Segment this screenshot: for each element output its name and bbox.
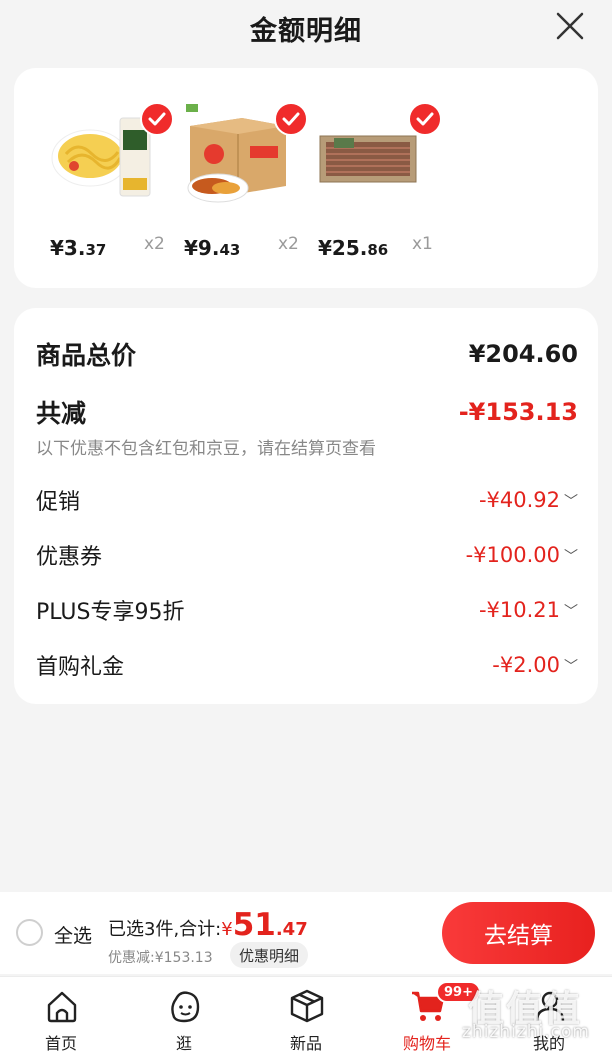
discount-summary: 优惠减:¥153.13 (108, 950, 213, 966)
discount-value: -¥100.00 (465, 543, 560, 567)
discount-value: -¥10.21 (478, 598, 560, 622)
discount-label: 促销 (36, 490, 81, 515)
watermark-logo: 值值值 (468, 989, 583, 1030)
select-all-label[interactable]: 全选 (54, 921, 92, 948)
product-quantity: x2 (278, 234, 299, 254)
product-item[interactable]: ¥3.37 x2 (48, 96, 180, 276)
product-quantity: x1 (412, 234, 433, 254)
product-quantity: x2 (144, 234, 165, 254)
product-item[interactable]: ¥25.86 x1 (316, 96, 448, 276)
checkout-bar: 全选 已选3件,合计: ¥51.47 优惠减:¥153.13 优惠明细 去结算 (0, 892, 612, 974)
discount-label: 优惠券 (36, 545, 103, 570)
discount-value: -¥40.92 (478, 488, 560, 512)
discount-row-plus[interactable]: PLUS专享95折 -¥10.21 ﹀ (36, 594, 578, 626)
close-icon[interactable] (554, 10, 586, 42)
select-all-radio[interactable] (16, 919, 43, 946)
header: 金额明细 (0, 0, 612, 56)
total-price-label: 商品总价 (36, 341, 137, 370)
chevron-down-icon[interactable]: ﹀ (564, 546, 578, 566)
checked-icon[interactable] (274, 102, 308, 136)
tab-new[interactable]: 新品 (261, 977, 351, 1056)
selected-products-card: ¥3.37 x2 ¥9.43 x2 ¥25.86 x1 (14, 68, 598, 288)
product-item[interactable]: ¥9.43 x2 (182, 96, 314, 276)
discount-row-promotion[interactable]: 促销 -¥40.92 ﹀ (36, 484, 578, 516)
total-reduction-label: 共减 (36, 399, 87, 428)
discount-note: 以下优惠不包含红包和京豆，请在结算页查看 (36, 439, 376, 459)
discount-label: 首购礼金 (36, 655, 125, 680)
product-price: ¥25.86 (318, 236, 389, 260)
chevron-down-icon[interactable]: ﹀ (564, 601, 578, 621)
discount-row-coupon[interactable]: 优惠券 -¥100.00 ﹀ (36, 539, 578, 571)
price-summary-card: 商品总价 ¥204.60 共减 -¥153.13 以下优惠不包含红包和京豆，请在… (14, 308, 598, 704)
home-icon (47, 991, 77, 1023)
discount-label: PLUS专享95折 (36, 600, 185, 625)
total-price-row: 商品总价 ¥204.60 (36, 336, 578, 372)
tab-browse[interactable]: 逛 (139, 977, 229, 1056)
page-title: 金额明细 (250, 15, 362, 47)
checkout-button[interactable]: 去结算 (442, 902, 595, 964)
box-icon (290, 989, 324, 1023)
tab-label: 首页 (44, 1034, 77, 1053)
product-price: ¥9.43 (184, 236, 241, 260)
product-price: ¥3.37 (50, 236, 107, 260)
chevron-down-icon[interactable]: ﹀ (564, 491, 578, 511)
discount-value: -¥2.00 (492, 653, 560, 677)
selected-total: 已选3件,合计: ¥51.47 (108, 907, 308, 943)
chevron-down-icon[interactable]: ﹀ (564, 656, 578, 676)
tab-label: 新品 (289, 1034, 322, 1053)
discount-row-first-purchase[interactable]: 首购礼金 -¥2.00 ﹀ (36, 649, 578, 681)
watermark-url: zhizhizhi.com (462, 1022, 590, 1042)
total-reduction-row: 共减 -¥153.13 (36, 394, 578, 430)
checked-icon[interactable] (408, 102, 442, 136)
tab-cart[interactable]: 99+ 购物车 (382, 977, 481, 1056)
total-reduction-value: -¥153.13 (458, 398, 578, 426)
browse-face-icon (171, 991, 200, 1023)
tab-label: 购物车 (402, 1034, 451, 1053)
checked-icon[interactable] (140, 102, 174, 136)
tab-label: 逛 (175, 1034, 192, 1053)
total-price-value: ¥204.60 (468, 340, 578, 368)
tab-home[interactable]: 首页 (16, 977, 106, 1056)
discount-detail-button[interactable]: 优惠明细 (230, 942, 309, 968)
